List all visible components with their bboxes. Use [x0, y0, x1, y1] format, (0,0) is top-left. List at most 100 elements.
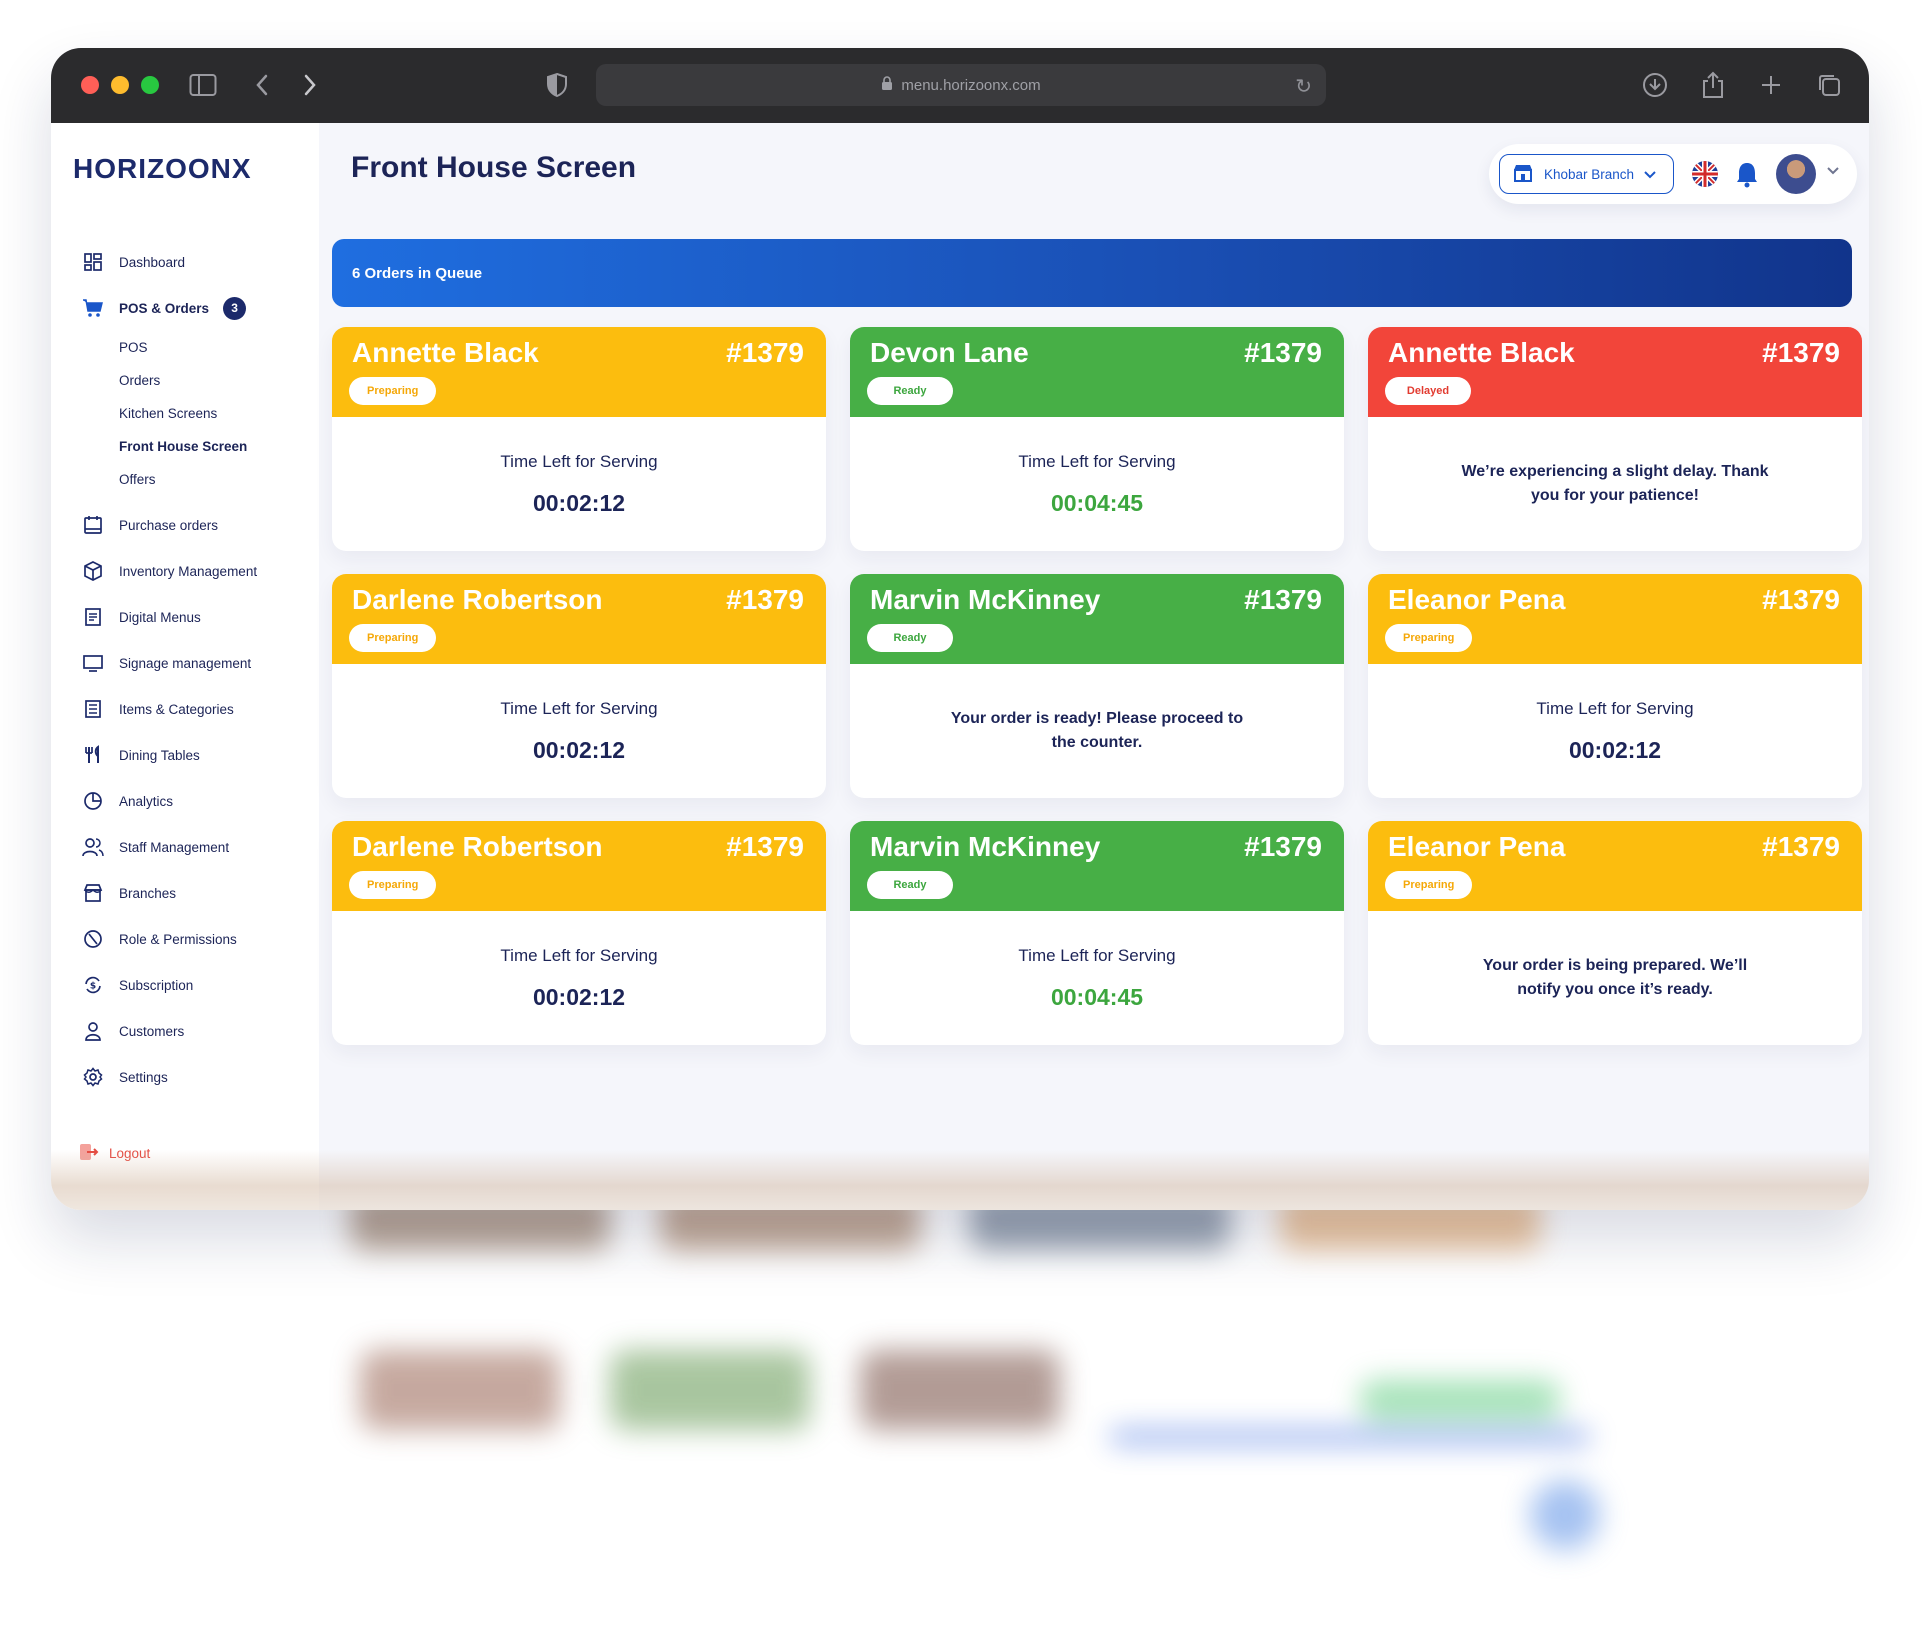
privacy-shield-icon[interactable]: [542, 70, 572, 100]
order-message: We’re experiencing a slight delay. Thank…: [1461, 463, 1769, 504]
sidebar-subitem-pos[interactable]: POS: [81, 331, 311, 364]
order-card-body: Time Left for Serving 00:02:12: [1368, 664, 1862, 798]
order-card-body: Time Left for Serving 00:04:45: [850, 911, 1344, 1045]
sidebar-item-roles[interactable]: Role & Permissions: [81, 916, 311, 962]
sidebar-item-dashboard[interactable]: Dashboard: [81, 239, 311, 285]
order-number: #1379: [1762, 831, 1840, 862]
order-card[interactable]: Eleanor Pena #1379 Preparing Time Left f…: [1368, 574, 1862, 798]
order-card[interactable]: Marvin McKinney #1379 Ready Your order i…: [850, 574, 1344, 798]
sidebar-subitem-offers[interactable]: Offers: [81, 463, 311, 496]
sidebar-item-subscription[interactable]: $ Subscription: [81, 962, 311, 1008]
store-icon: [81, 881, 105, 905]
order-card[interactable]: Eleanor Pena #1379 Preparing Your order …: [1368, 821, 1862, 1045]
status-badge: Preparing: [1385, 871, 1473, 899]
avatar[interactable]: [1776, 154, 1816, 194]
order-number: #1379: [1762, 337, 1840, 368]
order-card-header: Darlene Robertson #1379 Preparing: [332, 574, 826, 664]
order-number: #1379: [726, 337, 804, 368]
customer-name: Annette Black: [352, 337, 539, 368]
status-badge: Delayed: [1385, 377, 1471, 405]
order-card[interactable]: Darlene Robertson #1379 Preparing Time L…: [332, 821, 826, 1045]
customer-name: Devon Lane: [870, 337, 1029, 368]
time-left-value: 00:04:45: [1050, 983, 1144, 1010]
window-controls: [81, 76, 159, 94]
pie-chart-icon: [81, 789, 105, 813]
time-left-value: 00:02:12: [532, 736, 626, 763]
sidebar-item-pos-orders[interactable]: POS & Orders 3: [81, 285, 311, 331]
sidebar-item-signage[interactable]: Signage management: [81, 640, 311, 686]
grid-icon: [81, 250, 105, 274]
monitor-icon: [81, 651, 105, 675]
sidebar-item-label: Inventory Management: [119, 563, 258, 579]
order-number: #1379: [1244, 584, 1322, 615]
order-card-body: Your order is being prepared. We’ll noti…: [1368, 911, 1862, 1045]
new-tab-icon[interactable]: [1756, 70, 1786, 100]
order-number: #1379: [1244, 831, 1322, 862]
maximize-window-button[interactable]: [141, 76, 159, 94]
order-message: Your order is being prepared. We’ll noti…: [1482, 957, 1748, 998]
minimize-window-button[interactable]: [111, 76, 129, 94]
time-left-label: Time Left for Serving: [1018, 451, 1176, 471]
order-card[interactable]: Darlene Robertson #1379 Preparing Time L…: [332, 574, 826, 798]
sidebar-item-dining-tables[interactable]: Dining Tables: [81, 732, 311, 778]
order-card[interactable]: Annette Black #1379 Delayed We’re experi…: [1368, 327, 1862, 551]
sidebar-subitem-kitchen-screens[interactable]: Kitchen Screens: [81, 397, 311, 430]
status-badge: Preparing: [1385, 624, 1473, 652]
sidebar-toggle-icon[interactable]: [188, 70, 218, 100]
sidebar-item-label: POS & Orders: [119, 300, 210, 316]
sidebar-item-settings[interactable]: Settings: [81, 1054, 311, 1100]
reload-icon[interactable]: ↻: [1295, 74, 1312, 99]
order-card[interactable]: Devon Lane #1379 Ready Time Left for Ser…: [850, 327, 1344, 551]
sidebar-subitem-front-house-screen[interactable]: Front House Screen: [81, 430, 311, 463]
tab-overview-icon[interactable]: [1814, 70, 1844, 100]
header-actions: Khobar Branch: [1489, 144, 1857, 204]
refresh-coin-icon: $: [81, 973, 105, 997]
address-bar[interactable]: menu.horizoonx.com ↻: [596, 64, 1326, 106]
customer-name: Darlene Robertson: [352, 831, 603, 862]
share-icon[interactable]: [1698, 70, 1728, 100]
sidebar-item-staff[interactable]: Staff Management: [81, 824, 311, 870]
chevron-down-icon[interactable]: [1827, 162, 1839, 178]
close-window-button[interactable]: [81, 76, 99, 94]
uk-flag-icon[interactable]: [1692, 161, 1718, 187]
time-left-label: Time Left for Serving: [1536, 698, 1694, 718]
order-card-body: We’re experiencing a slight delay. Thank…: [1368, 417, 1862, 551]
order-card-body: Time Left for Serving 00:02:12: [332, 911, 826, 1045]
sidebar-item-label: Staff Management: [119, 839, 230, 855]
sidebar-item-analytics[interactable]: Analytics: [81, 778, 311, 824]
sidebar-item-label: Subscription: [119, 977, 194, 993]
lock-icon: [881, 75, 893, 95]
sidebar-item-branches[interactable]: Branches: [81, 870, 311, 916]
box-icon: [81, 559, 105, 583]
sidebar-item-purchase-orders[interactable]: Purchase orders: [81, 502, 311, 548]
time-left-value: 00:02:12: [1568, 736, 1662, 763]
time-left-value: 00:04:45: [1050, 489, 1144, 516]
sidebar-item-label: Purchase orders: [119, 517, 219, 533]
sidebar-item-inventory[interactable]: Inventory Management: [81, 548, 311, 594]
back-icon[interactable]: [247, 70, 277, 100]
forward-icon[interactable]: [295, 70, 325, 100]
sidebar-item-label: Dining Tables: [119, 747, 200, 763]
time-left-label: Time Left for Serving: [500, 451, 658, 471]
order-card[interactable]: Marvin McKinney #1379 Ready Time Left fo…: [850, 821, 1344, 1045]
customer-name: Eleanor Pena: [1388, 584, 1566, 615]
download-icon[interactable]: [1640, 70, 1670, 100]
sidebar-item-label: Branches: [119, 885, 177, 901]
notification-bell-icon[interactable]: [1734, 160, 1760, 188]
sidebar-subitem-orders[interactable]: Orders: [81, 364, 311, 397]
sidebar-item-label: Signage management: [119, 655, 252, 671]
queue-count-label: 6 Orders in Queue: [352, 264, 483, 282]
sidebar-item-items-categories[interactable]: Items & Categories: [81, 686, 311, 732]
branch-selector[interactable]: Khobar Branch: [1499, 154, 1674, 194]
order-card-body: Time Left for Serving 00:02:12: [332, 417, 826, 551]
sidebar-item-label: Settings: [119, 1069, 168, 1085]
logout-button[interactable]: Logout: [79, 1143, 150, 1164]
sidebar-item-label: Analytics: [119, 793, 174, 809]
app-logo[interactable]: HORIZOONX: [73, 153, 252, 185]
status-badge: Preparing: [349, 377, 437, 405]
order-card[interactable]: Annette Black #1379 Preparing Time Left …: [332, 327, 826, 551]
users-icon: [81, 835, 105, 859]
sidebar-item-customers[interactable]: Customers: [81, 1008, 311, 1054]
sidebar-item-digital-menus[interactable]: Digital Menus: [81, 594, 311, 640]
time-left-label: Time Left for Serving: [500, 945, 658, 965]
